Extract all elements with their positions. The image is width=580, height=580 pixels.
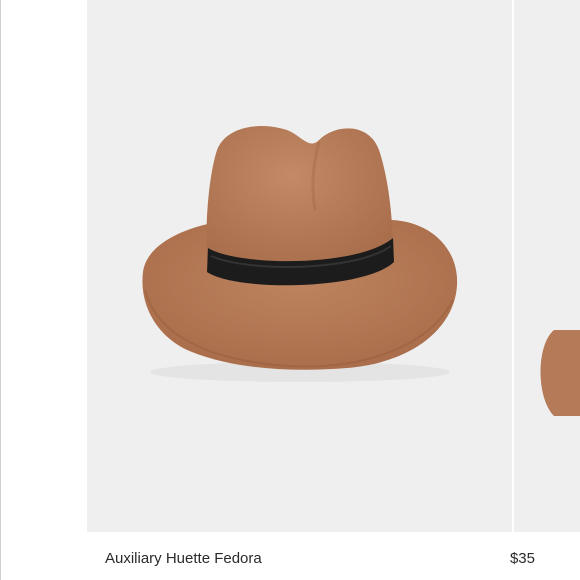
fedora-image: [142, 126, 458, 382]
product-image[interactable]: [87, 0, 512, 532]
next-product-image: [540, 330, 580, 416]
cut-off-subtitle: [105, 576, 185, 580]
next-product-card[interactable]: [514, 0, 580, 532]
hat-crown: [206, 126, 393, 270]
left-edge-rule: [0, 0, 1, 580]
product-price: $35: [509, 550, 535, 567]
product-name[interactable]: Auxiliary Huette Fedora: [105, 550, 262, 567]
product-card[interactable]: [87, 0, 512, 580]
